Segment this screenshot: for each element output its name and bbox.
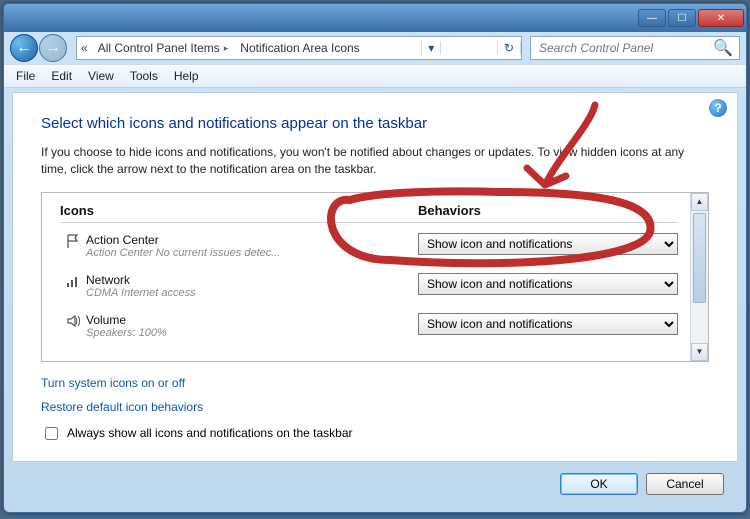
ok-button[interactable]: OK — [560, 473, 638, 495]
list-row-action-center: Action Center Action Center No current i… — [60, 233, 678, 259]
search-icon: 🔍 — [713, 38, 733, 58]
list-row-network: Network CDMA Internet access Show icon a… — [60, 273, 678, 299]
breadcrumb-root-icon[interactable]: « — [77, 41, 92, 55]
scroll-up-button[interactable]: ▲ — [691, 193, 708, 211]
list-row-volume: Volume Speakers: 100% Show icon and noti… — [60, 313, 678, 339]
link-restore-defaults[interactable]: Restore default icon behaviors — [41, 400, 709, 414]
minimize-button[interactable]: — — [638, 9, 666, 27]
menu-help[interactable]: Help — [166, 67, 207, 85]
row-label: Volume Speakers: 100% — [86, 313, 418, 339]
icon-behavior-list: Icons Behaviors Action Center Action Cen… — [41, 192, 709, 362]
dialog-footer: OK Cancel — [12, 466, 738, 502]
arrow-left-icon: ← — [16, 39, 32, 57]
scroll-down-button[interactable]: ▼ — [691, 343, 708, 361]
behavior-select-volume[interactable]: Show icon and notifications — [418, 313, 678, 335]
page-description: If you choose to hide icons and notifica… — [41, 144, 709, 178]
close-button[interactable]: ✕ — [698, 9, 744, 27]
control-panel-window: — ☐ ✕ ← → « All Control Panel Items▸ Not… — [3, 3, 747, 513]
link-system-icons[interactable]: Turn system icons on or off — [41, 376, 709, 390]
breadcrumb[interactable]: « All Control Panel Items▸ Notification … — [76, 36, 522, 60]
flag-icon — [60, 233, 86, 255]
forward-button: → — [39, 34, 67, 62]
titlebar: — ☐ ✕ — [4, 4, 746, 32]
menu-view[interactable]: View — [80, 67, 122, 85]
refresh-button[interactable]: ↻ — [497, 41, 521, 55]
menu-file[interactable]: File — [8, 67, 43, 85]
search-input[interactable] — [537, 40, 713, 56]
arrow-right-icon: → — [45, 39, 61, 57]
breadcrumb-seg-notification-area[interactable]: Notification Area Icons — [234, 41, 365, 55]
content-pane: ? Select which icons and notifications a… — [12, 92, 738, 462]
menu-edit[interactable]: Edit — [43, 67, 80, 85]
maximize-button[interactable]: ☐ — [668, 9, 696, 27]
network-bars-icon — [60, 273, 86, 295]
search-box[interactable]: 🔍 — [530, 36, 740, 60]
help-icon[interactable]: ? — [709, 99, 727, 117]
window-controls: — ☐ ✕ — [638, 9, 744, 27]
row-label: Network CDMA Internet access — [86, 273, 418, 299]
breadcrumb-dropdown[interactable]: ▾ — [421, 41, 441, 55]
menu-tools[interactable]: Tools — [122, 67, 166, 85]
column-header-icons: Icons — [60, 203, 418, 223]
behavior-select-network[interactable]: Show icon and notifications — [418, 273, 678, 295]
column-header-behaviors: Behaviors — [418, 203, 678, 223]
breadcrumb-seg-all-items[interactable]: All Control Panel Items▸ — [92, 41, 235, 55]
cancel-button[interactable]: Cancel — [646, 473, 724, 495]
chevron-right-icon: ▸ — [224, 43, 229, 54]
always-show-checkbox[interactable] — [45, 427, 58, 440]
speaker-icon — [60, 313, 86, 335]
behavior-select-action-center[interactable]: Show icon and notifications — [418, 233, 678, 255]
scrollbar[interactable]: ▲ ▼ — [690, 193, 708, 361]
links-section: Turn system icons on or off Restore defa… — [41, 376, 709, 414]
always-show-label: Always show all icons and notifications … — [67, 426, 353, 440]
page-heading: Select which icons and notifications app… — [41, 115, 709, 132]
scroll-thumb[interactable] — [693, 213, 706, 303]
back-button[interactable]: ← — [10, 34, 38, 62]
row-label: Action Center Action Center No current i… — [86, 233, 418, 259]
always-show-row: Always show all icons and notifications … — [41, 424, 709, 443]
nav-bar: ← → « All Control Panel Items▸ Notificat… — [4, 32, 746, 64]
menu-bar: File Edit View Tools Help — [4, 64, 746, 88]
